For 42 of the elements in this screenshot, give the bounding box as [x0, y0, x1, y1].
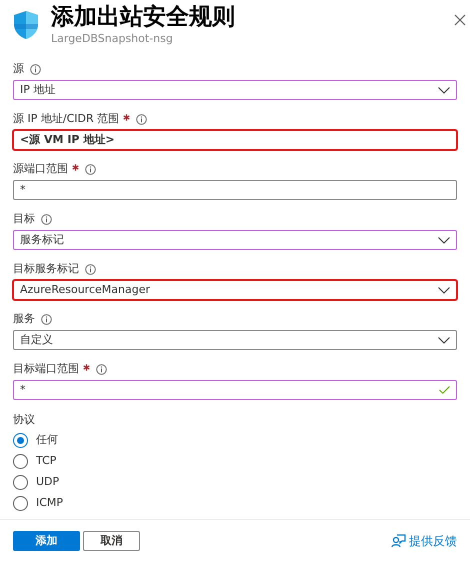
chevron-down-icon — [438, 236, 450, 244]
radio-button[interactable] — [13, 454, 28, 468]
chevron-down-icon — [438, 336, 450, 344]
info-icon[interactable] — [41, 314, 52, 324]
radio-label: 任何 — [36, 432, 58, 448]
radio-label: ICMP — [36, 494, 64, 511]
info-icon[interactable] — [96, 364, 107, 374]
shield-icon — [13, 10, 39, 40]
input-field[interactable]: * — [13, 180, 457, 200]
panel-title: 添加出站安全规则 — [51, 3, 236, 32]
field-label: 服务 — [13, 310, 35, 327]
chevron-down-icon — [438, 86, 450, 94]
info-icon[interactable] — [136, 114, 148, 124]
radio-button[interactable] — [13, 496, 28, 510]
radio-button[interactable] — [13, 432, 28, 448]
field-label: 目标服务标记 — [13, 260, 79, 277]
dropdown-field[interactable]: 自定义 — [13, 330, 457, 350]
input-field[interactable]: <源 VM IP 地址> — [13, 130, 457, 150]
field-label: 目标 — [13, 210, 35, 227]
field-label: 源端口范围 — [13, 160, 68, 177]
feedback-icon — [391, 534, 406, 548]
feedback-link[interactable]: 提供反馈 — [391, 532, 457, 550]
info-icon[interactable] — [85, 264, 96, 274]
close-icon[interactable] — [454, 14, 466, 26]
radio-button[interactable] — [13, 474, 28, 490]
cancel-button[interactable]: 取消 — [83, 531, 140, 551]
field-label: 目标端口范围 — [13, 360, 79, 377]
add-button[interactable]: 添加 — [13, 531, 80, 551]
chevron-down-icon — [438, 286, 450, 294]
radio-label: UDP — [36, 474, 60, 490]
input-field[interactable]: * — [13, 380, 457, 400]
dropdown-field[interactable]: IP 地址 — [13, 80, 457, 100]
info-icon[interactable] — [30, 64, 41, 74]
field-label: 源 — [13, 60, 24, 77]
group-label: 协议 — [13, 412, 35, 428]
info-icon[interactable] — [85, 164, 96, 174]
dropdown-field[interactable]: 服务标记 — [13, 230, 457, 250]
info-icon[interactable] — [41, 214, 52, 224]
field-label: 源 IP 地址/CIDR 范围 — [13, 110, 120, 127]
panel-subtitle: LargeDBSnapshot-nsg — [51, 32, 174, 46]
radio-label: TCP — [36, 452, 56, 469]
dropdown-field[interactable]: AzureResourceManager — [13, 280, 457, 300]
